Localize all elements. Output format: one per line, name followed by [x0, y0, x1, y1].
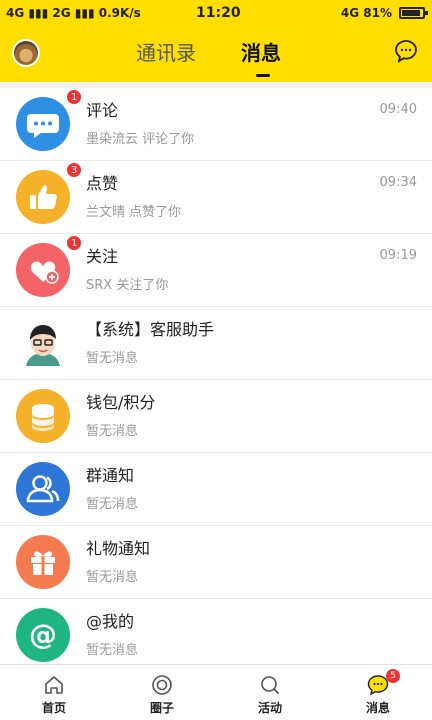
- nav-activity[interactable]: 活动: [216, 665, 324, 720]
- message-time: 09:19: [379, 248, 417, 263]
- gift-icon: [16, 535, 70, 589]
- battery-icon: [399, 7, 428, 19]
- message-subtitle: 暂无消息: [86, 424, 139, 439]
- message-subtitle: 暂无消息: [86, 497, 139, 512]
- unread-badge: 1: [66, 89, 83, 105]
- unread-badge: 1: [66, 235, 83, 251]
- message-row-gift[interactable]: 礼物通知 暂无消息: [0, 526, 432, 599]
- message-title: 礼物通知: [86, 539, 151, 558]
- nav-messages[interactable]: 5 消息: [324, 665, 432, 720]
- tab-contacts[interactable]: 通讯录: [136, 40, 196, 66]
- chat-bubble-icon[interactable]: [394, 39, 418, 63]
- message-row-group[interactable]: 群通知 暂无消息: [0, 453, 432, 526]
- tab-messages[interactable]: 消息: [241, 40, 281, 66]
- message-title: 【系统】客服助手: [86, 320, 215, 339]
- svg-text:@: @: [29, 618, 57, 651]
- message-title: 点赞: [86, 174, 119, 193]
- message-time: 09:34: [379, 175, 417, 190]
- message-subtitle: 兰文晴 点赞了你: [86, 205, 182, 220]
- message-title: 评论: [86, 101, 119, 120]
- message-list: 1 评论 墨染流云 评论了你 09:40 3 点赞 兰文晴 点赞了你 09:34…: [0, 88, 432, 664]
- message-title: @我的: [86, 612, 135, 631]
- message-row-service[interactable]: 【系统】客服助手 暂无消息: [0, 307, 432, 380]
- message-subtitle: 暂无消息: [86, 351, 139, 366]
- nav-label: 活动: [257, 701, 282, 715]
- status-time: 11:20: [196, 5, 241, 21]
- battery-status: 4G 81%: [340, 6, 392, 20]
- bottom-nav: 首页 圈子 活动 5 消息: [0, 664, 432, 720]
- search-icon: [261, 676, 279, 694]
- heart-plus-icon: [16, 243, 70, 297]
- home-icon: [45, 676, 63, 694]
- group-icon: [16, 462, 70, 516]
- message-row-mention[interactable]: @ @我的 暂无消息: [0, 599, 432, 664]
- message-row-like[interactable]: 3 点赞 兰文晴 点赞了你 09:34: [0, 161, 432, 234]
- nav-unread-badge: 5: [386, 669, 400, 683]
- message-title: 关注: [86, 247, 119, 266]
- message-subtitle: 墨染流云 评论了你: [86, 132, 195, 147]
- active-tab-indicator: [256, 74, 270, 77]
- at-icon: @: [16, 608, 70, 662]
- message-subtitle: SRX 关注了你: [86, 278, 169, 293]
- message-row-wallet[interactable]: 钱包/积分 暂无消息: [0, 380, 432, 453]
- service-avatar: [16, 316, 70, 370]
- comment-icon: [16, 97, 70, 151]
- circle-icon: [152, 675, 172, 695]
- nav-home[interactable]: 首页: [0, 665, 108, 720]
- top-header: 通讯录 消息: [0, 26, 432, 82]
- message-row-follow[interactable]: 1 关注 SRX 关注了你 09:19: [0, 234, 432, 307]
- thumbs-up-icon: [16, 170, 70, 224]
- message-subtitle: 暂无消息: [86, 643, 139, 658]
- nav-circle[interactable]: 圈子: [108, 665, 216, 720]
- coins-icon: [16, 389, 70, 443]
- message-row-comment[interactable]: 1 评论 墨染流云 评论了你 09:40: [0, 88, 432, 161]
- message-title: 钱包/积分: [86, 393, 156, 412]
- nav-label: 圈子: [149, 701, 174, 715]
- signal-status: 4G ▮▮▮ 2G ▮▮▮ 0.9K/s: [6, 6, 141, 20]
- message-title: 群通知: [86, 466, 135, 485]
- unread-badge: 3: [66, 162, 83, 178]
- nav-label: 消息: [365, 701, 390, 715]
- message-time: 09:40: [379, 102, 417, 117]
- status-bar: 4G ▮▮▮ 2G ▮▮▮ 0.9K/s 11:20 4G 81%: [0, 0, 432, 26]
- nav-label: 首页: [41, 701, 66, 715]
- message-subtitle: 暂无消息: [86, 570, 139, 585]
- user-avatar[interactable]: [12, 39, 40, 67]
